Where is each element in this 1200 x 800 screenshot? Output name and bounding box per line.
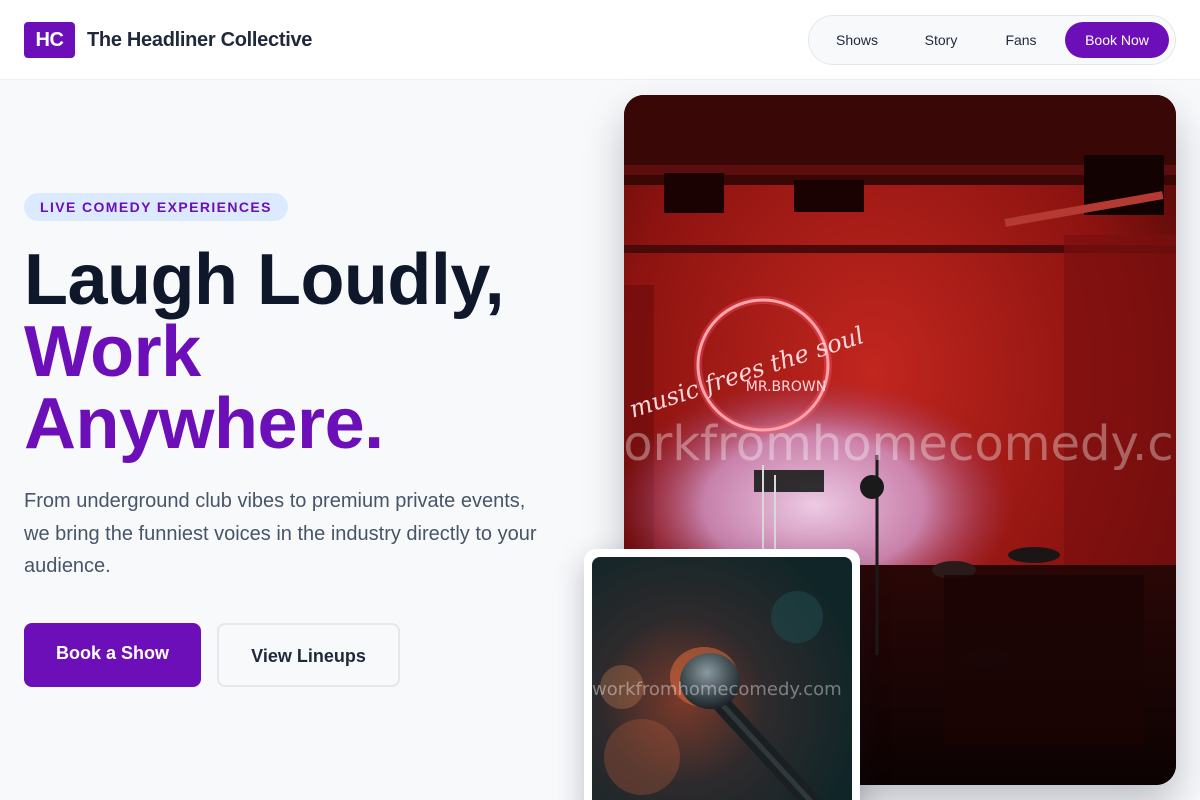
watermark-text: workfromhomecomedy.com: [624, 416, 1176, 472]
main-nav: Shows Story Fans Book Now: [808, 15, 1176, 65]
brand-logo[interactable]: HC The Headliner Collective: [24, 22, 312, 58]
book-now-button[interactable]: Book Now: [1065, 22, 1169, 58]
book-a-show-button[interactable]: Book a Show: [24, 623, 201, 687]
headline-line-3: Anywhere.: [24, 384, 384, 464]
headline-line-1: Laugh Loudly,: [24, 240, 505, 320]
microphone-photo: workfromhomecomedy.com: [592, 557, 852, 800]
view-lineups-button[interactable]: View Lineups: [217, 623, 400, 687]
headline-line-2: Work: [24, 312, 201, 392]
hero-description: From underground club vibes to premium p…: [24, 490, 537, 577]
hero-headline: Laugh Loudly, Work Anywhere.: [24, 240, 505, 464]
card-watermark-text: workfromhomecomedy.com: [592, 679, 842, 700]
hero-badge: LIVE COMEDY EXPERIENCES: [24, 193, 288, 221]
neon-sign-name: MR.BROWN: [746, 379, 826, 395]
brand-name: The Headliner Collective: [87, 28, 313, 51]
nav-link-story[interactable]: Story: [905, 16, 977, 64]
site-header: HC The Headliner Collective Shows Story …: [0, 0, 1200, 80]
nav-link-fans[interactable]: Fans: [985, 16, 1057, 64]
nav-link-shows[interactable]: Shows: [809, 16, 905, 64]
logo-mark: HC: [24, 22, 75, 58]
microphone-photo-card: workfromhomecomedy.com: [584, 549, 860, 800]
